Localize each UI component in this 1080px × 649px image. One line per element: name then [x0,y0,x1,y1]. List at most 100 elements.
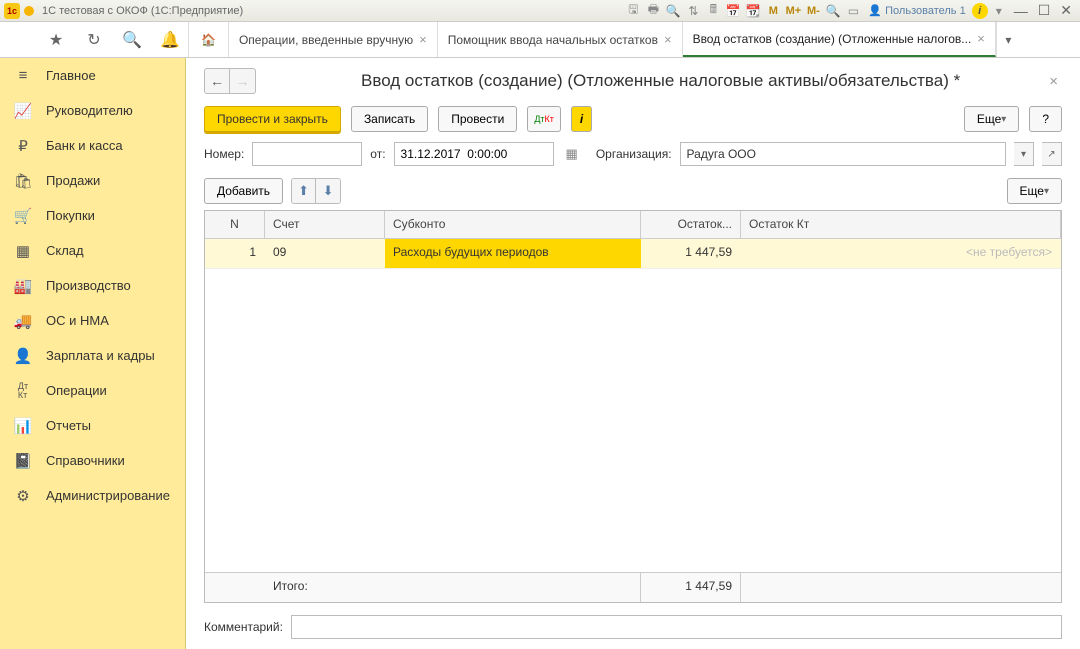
sidebar-item-production[interactable]: 🏭Производство [0,268,185,303]
dtkt-button[interactable]: ДтКт [527,106,561,132]
sidebar-item-hr[interactable]: 👤Зарплата и кадры [0,338,185,373]
bag-icon: 🛍 [14,172,32,190]
cell-dt[interactable]: 1 447,59 [641,239,741,268]
sidebar-item-main[interactable]: ≡Главное [0,58,185,93]
close-window-icon[interactable]: ✕ [1056,2,1076,19]
sidebar-item-admin[interactable]: ⚙Администрирование [0,478,185,513]
col-balance-dt[interactable]: Остаток... [641,211,741,238]
top-toolbar: ★ ↻ 🔍 🔔 🏠 Операции, введенные вручную× П… [0,22,1080,58]
print-icon[interactable]: 🖶 [644,2,662,20]
cell-kt[interactable]: <не требуется> [741,239,1061,268]
compare-icon[interactable]: ⇅ [684,2,702,20]
dtkt-icon: ДтКт [14,382,32,400]
org-dropdown-button[interactable]: ▾ [1014,142,1034,166]
data-table: N Счет Субконто Остаток... Остаток Кт 1 … [204,210,1062,603]
close-page-icon[interactable]: × [1045,73,1062,90]
cell-subconto[interactable]: Расходы будущих периодов [385,239,641,268]
minimize-icon[interactable]: — [1010,3,1032,19]
menu-icon: ≡ [14,67,32,85]
tab-helper[interactable]: Помощник ввода начальных остатков× [438,22,683,57]
zoom-icon[interactable]: 🔍 [824,2,842,20]
preview-icon[interactable]: 🔍 [664,2,682,20]
sidebar-item-catalogs[interactable]: 📓Справочники [0,443,185,478]
footer-label: Итого: [265,573,385,602]
calendar-small-icon[interactable]: ▦ [566,146,578,162]
star-icon[interactable]: ★ [46,30,66,50]
sidebar: ≡Главное 📈Руководителю ₽Банк и касса 🛍Пр… [0,58,186,649]
save-icon[interactable]: 🖫 [624,2,642,20]
post-close-button[interactable]: Провести и закрыть [204,106,341,132]
search-icon[interactable]: 🔍 [122,30,142,50]
tabs-dropdown-icon[interactable]: ▾ [996,22,1020,57]
sidebar-item-assets[interactable]: 🚚ОС и НМА [0,303,185,338]
col-account[interactable]: Счет [265,211,385,238]
sidebar-item-purchases[interactable]: 🛒Покупки [0,198,185,233]
book-icon: 📓 [14,452,32,470]
ruble-icon: ₽ [14,137,32,155]
calc-icon[interactable]: 🖩 [704,2,722,20]
number-input[interactable] [252,142,362,166]
info-drop-icon[interactable]: ▾ [990,2,1008,20]
col-n[interactable]: N [205,211,265,238]
calendar-icon[interactable]: 📅 [724,2,742,20]
nav-forward-button[interactable]: → [230,68,256,94]
cell-n[interactable]: 1 [205,239,265,268]
comment-input[interactable] [291,615,1062,639]
sidebar-item-reports[interactable]: 📊Отчеты [0,408,185,443]
tab-balances[interactable]: Ввод остатков (создание) (Отложенные нал… [683,22,996,57]
sidebar-item-manager[interactable]: 📈Руководителю [0,93,185,128]
number-label: Номер: [204,147,244,161]
zoom-m-icon[interactable]: M [764,2,782,20]
add-button[interactable]: Добавить [204,178,283,204]
more-button[interactable]: Еще [964,106,1019,132]
close-icon[interactable]: × [664,32,672,47]
chart-up-icon: 📈 [14,102,32,120]
tab-home[interactable]: 🏠 [189,22,229,57]
col-balance-kt[interactable]: Остаток Кт [741,211,1061,238]
tab-operations[interactable]: Операции, введенные вручную× [229,22,438,57]
page-title: Ввод остатков (создание) (Отложенные нал… [276,71,1045,91]
app-logo-icon: 1c [4,3,20,19]
sidebar-item-bank[interactable]: ₽Банк и касса [0,128,185,163]
org-open-button[interactable]: ↗ [1042,142,1062,166]
date-input[interactable] [394,142,554,166]
col-subconto[interactable]: Субконто [385,211,641,238]
move-up-button[interactable]: ⬆ [292,179,316,203]
bars-icon: 📊 [14,417,32,435]
zoom-mminus-icon[interactable]: M- [804,2,822,20]
table-more-button[interactable]: Еще [1007,178,1062,204]
person-icon: 👤 [14,347,32,365]
truck-icon: 🚚 [14,312,32,330]
bell-icon[interactable]: 🔔 [160,30,180,50]
history-icon[interactable]: ↻ [84,30,104,50]
close-icon[interactable]: × [419,32,427,47]
org-label: Организация: [596,147,672,161]
window-titlebar: 1c 1С тестовая с ОКОФ (1С:Предприятие) 🖫… [0,0,1080,22]
factory-icon: 🏭 [14,277,32,295]
move-down-button[interactable]: ⬇ [316,179,340,203]
table-row[interactable]: 1 09 Расходы будущих периодов 1 447,59 <… [205,239,1061,269]
footer-total-dt: 1 447,59 [641,573,741,602]
sidebar-item-sales[interactable]: 🛍Продажи [0,163,185,198]
sidebar-item-operations[interactable]: ДтКтОперации [0,373,185,408]
org-input[interactable]: Радуга ООО [680,142,1006,166]
date-icon[interactable]: 📆 [744,2,762,20]
close-icon[interactable]: × [977,31,985,46]
panels-icon[interactable]: ▭ [844,2,862,20]
apps-icon[interactable] [8,30,28,50]
maximize-icon[interactable]: ☐ [1034,2,1055,19]
cell-account[interactable]: 09 [265,239,385,268]
comment-label: Комментарий: [204,620,283,634]
info-icon[interactable]: i [972,3,988,19]
user-label[interactable]: 👤 Пользователь 1 [868,4,965,17]
post-button[interactable]: Провести [438,106,517,132]
nav-back-button[interactable]: ← [204,68,230,94]
zoom-mplus-icon[interactable]: M+ [784,2,802,20]
main-content: ← → Ввод остатков (создание) (Отложенные… [186,58,1080,649]
cart-icon: 🛒 [14,207,32,225]
info-button[interactable]: i [571,106,592,132]
sidebar-item-warehouse[interactable]: ▦Склад [0,233,185,268]
boxes-icon: ▦ [14,242,32,260]
help-button[interactable]: ? [1029,106,1062,132]
save-button[interactable]: Записать [351,106,428,132]
